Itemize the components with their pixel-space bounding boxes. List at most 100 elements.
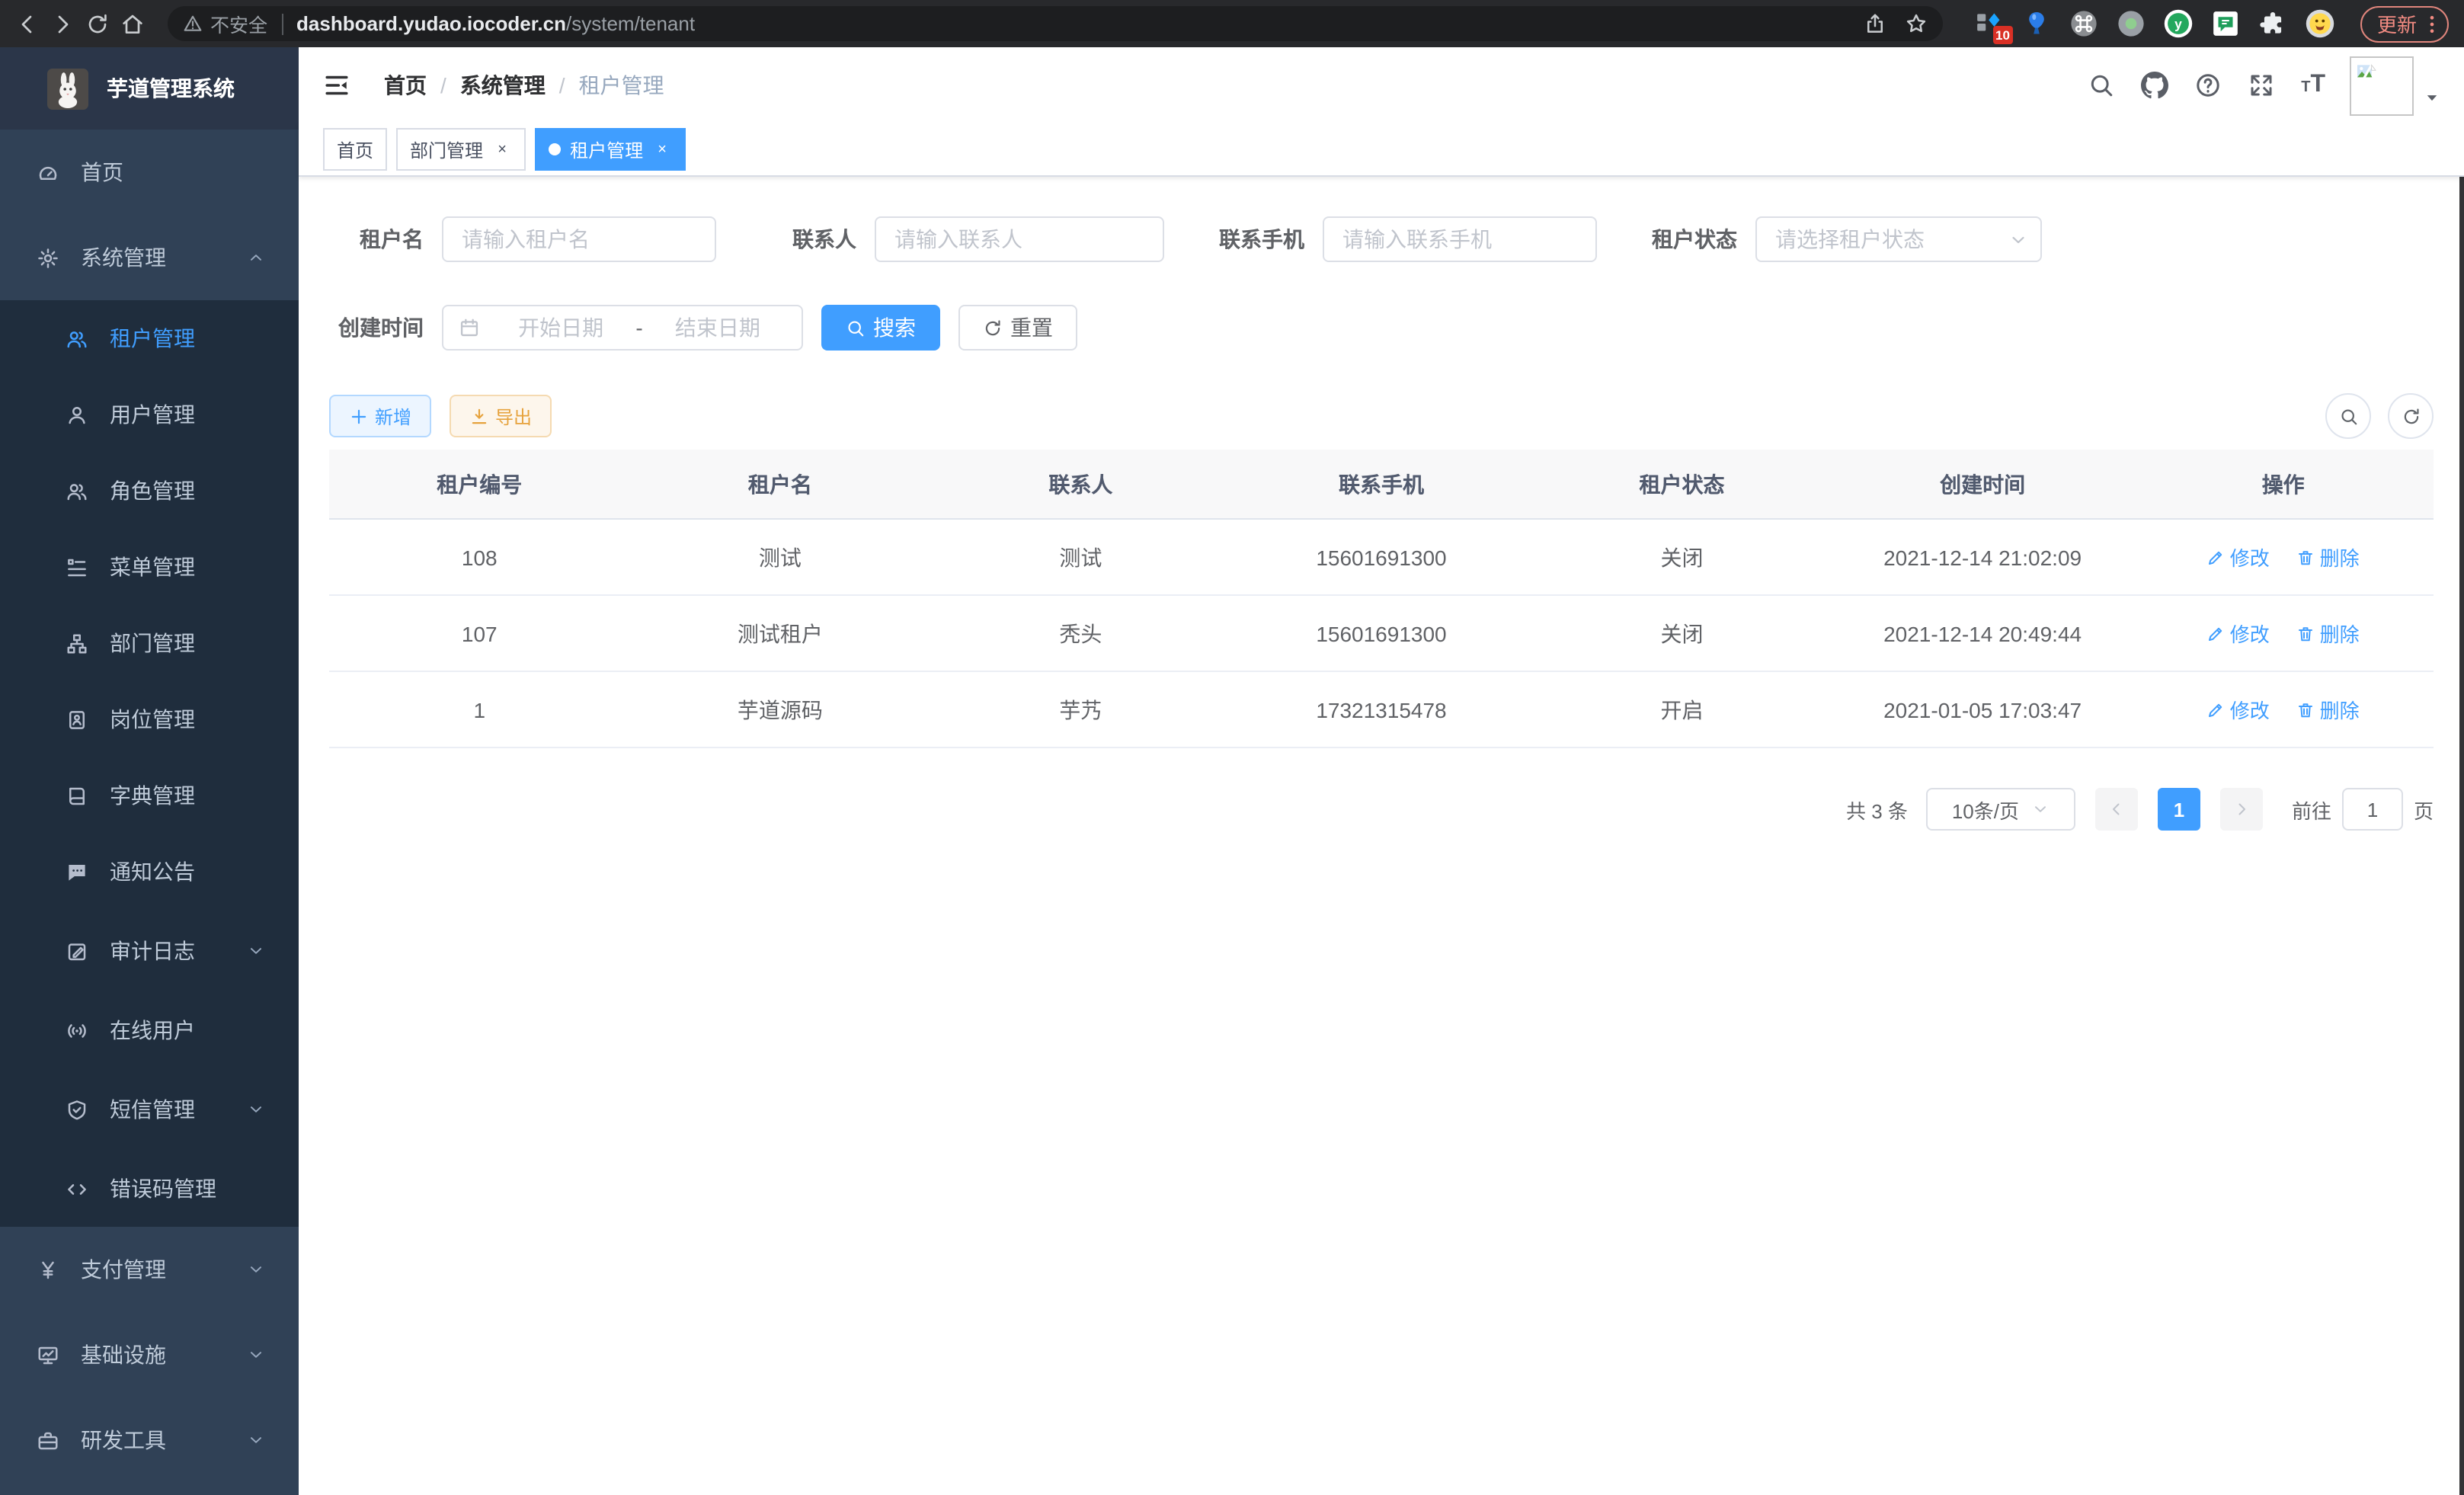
status-select[interactable] bbox=[1755, 216, 2042, 262]
delete-link[interactable]: 删除 bbox=[2297, 619, 2360, 648]
extensions-puzzle-icon[interactable] bbox=[2258, 9, 2287, 38]
add-button[interactable]: 新增 bbox=[329, 395, 431, 437]
extension-balloon-icon[interactable] bbox=[2022, 9, 2051, 38]
delete-link[interactable]: 删除 bbox=[2297, 695, 2360, 724]
goto-page-input[interactable] bbox=[2342, 788, 2403, 831]
export-button-label: 导出 bbox=[495, 403, 532, 429]
app-logo[interactable]: 芋道管理系统 bbox=[0, 47, 299, 130]
sidebar-item-dict[interactable]: 字典管理 bbox=[0, 757, 299, 834]
sidebar-item-roles[interactable]: 角色管理 bbox=[0, 453, 299, 529]
security-warning-icon[interactable] bbox=[183, 14, 203, 34]
cell-id: 108 bbox=[329, 519, 630, 595]
menu-tree-icon bbox=[66, 555, 88, 578]
sidebar-item-dev-tools[interactable]: 研发工具 bbox=[0, 1397, 299, 1483]
reset-button[interactable]: 重置 bbox=[958, 305, 1077, 351]
extension-tabs-icon[interactable]: 10 bbox=[1975, 9, 2004, 38]
back-icon[interactable] bbox=[15, 11, 40, 36]
bookmark-star-icon[interactable] bbox=[1905, 12, 1928, 35]
chevron-left-icon bbox=[2107, 800, 2126, 818]
breadcrumb-system[interactable]: 系统管理 bbox=[460, 70, 546, 101]
sidebar-item-users[interactable]: 用户管理 bbox=[0, 376, 299, 453]
extension-command-icon[interactable] bbox=[2069, 9, 2098, 38]
next-page-button[interactable] bbox=[2220, 788, 2263, 831]
edit-icon bbox=[2207, 624, 2226, 642]
goto-label: 前往 bbox=[2292, 795, 2331, 824]
sidebar-item-system[interactable]: 系统管理 bbox=[0, 215, 299, 300]
help-icon[interactable] bbox=[2194, 72, 2222, 99]
sidebar-collapse-icon[interactable] bbox=[323, 72, 350, 99]
notice-icon bbox=[66, 860, 88, 883]
sidebar-item-sms[interactable]: 短信管理 bbox=[0, 1068, 299, 1151]
edit-link[interactable]: 修改 bbox=[2207, 543, 2270, 571]
search-button[interactable]: 搜索 bbox=[821, 305, 940, 351]
date-range-picker[interactable]: 开始日期 - 结束日期 bbox=[442, 305, 803, 351]
sidebar-item-infrastructure[interactable]: 基础设施 bbox=[0, 1312, 299, 1397]
fullscreen-icon[interactable] bbox=[2248, 72, 2275, 99]
browser-update-button[interactable]: 更新 bbox=[2360, 5, 2449, 42]
sidebar-item-tenant[interactable]: 租户管理 bbox=[0, 300, 299, 376]
tab-departments[interactable]: 部门管理 × bbox=[396, 128, 526, 171]
cell-created: 2021-12-14 21:02:09 bbox=[1832, 519, 2133, 595]
sidebar-item-label: 部门管理 bbox=[110, 628, 195, 658]
extension-emoji-icon[interactable] bbox=[2306, 9, 2334, 38]
delete-link[interactable]: 删除 bbox=[2297, 543, 2360, 571]
extension-yudao-icon[interactable]: y bbox=[2164, 9, 2193, 38]
date-end-placeholder[interactable]: 结束日期 bbox=[646, 312, 789, 343]
tab-close-icon[interactable]: × bbox=[652, 139, 672, 159]
tab-home[interactable]: 首页 bbox=[323, 128, 387, 171]
github-icon[interactable] bbox=[2141, 72, 2168, 99]
page-1-button[interactable]: 1 bbox=[2158, 788, 2200, 831]
tab-close-icon[interactable]: × bbox=[492, 139, 512, 159]
sidebar-item-error-codes[interactable]: 错误码管理 bbox=[0, 1151, 299, 1227]
breadcrumb-home[interactable]: 首页 bbox=[384, 70, 427, 101]
chevron-up-icon bbox=[247, 248, 265, 267]
edit-link[interactable]: 修改 bbox=[2207, 619, 2270, 648]
edit-link[interactable]: 修改 bbox=[2207, 695, 2270, 724]
pay-icon bbox=[37, 1258, 59, 1281]
forward-icon[interactable] bbox=[50, 11, 75, 36]
contact-input[interactable] bbox=[875, 216, 1164, 262]
prev-page-button[interactable] bbox=[2095, 788, 2138, 831]
logo-rabbit-image bbox=[47, 68, 88, 109]
url-text[interactable]: dashboard.yudao.iocoder.cn/system/tenant bbox=[296, 12, 695, 35]
edit-icon bbox=[2207, 548, 2226, 566]
sidebar-item-posts[interactable]: 岗位管理 bbox=[0, 681, 299, 757]
sidebar-item-menus[interactable]: 菜单管理 bbox=[0, 529, 299, 605]
tab-tenant[interactable]: 租户管理 × bbox=[535, 128, 686, 171]
address-bar[interactable]: 不安全 dashboard.yudao.iocoder.cn/system/te… bbox=[168, 6, 1943, 41]
user-avatar[interactable] bbox=[2350, 56, 2414, 115]
sidebar-item-departments[interactable]: 部门管理 bbox=[0, 605, 299, 681]
chevron-down-icon bbox=[2008, 229, 2028, 249]
page-size-select[interactable]: 10条/页 bbox=[1926, 788, 2075, 831]
sidebar-item-home[interactable]: 首页 bbox=[0, 130, 299, 215]
cell-name: 测试租户 bbox=[630, 595, 931, 671]
sidebar-item-online-users[interactable]: 在线用户 bbox=[0, 992, 299, 1068]
refresh-table-button[interactable] bbox=[2388, 393, 2434, 439]
status-select-input[interactable] bbox=[1755, 216, 2042, 262]
window-scrollbar[interactable] bbox=[2459, 47, 2464, 1495]
sidebar-item-notice[interactable]: 通知公告 bbox=[0, 834, 299, 910]
share-icon[interactable] bbox=[1864, 12, 1886, 35]
extension-chat-icon[interactable] bbox=[2211, 9, 2240, 38]
phone-input[interactable] bbox=[1323, 216, 1597, 262]
show-search-button[interactable] bbox=[2325, 393, 2371, 439]
extension-record-icon[interactable] bbox=[2117, 9, 2146, 38]
browser-menu-icon[interactable] bbox=[2421, 13, 2443, 34]
export-button[interactable]: 导出 bbox=[450, 395, 552, 437]
roles-icon bbox=[66, 479, 88, 502]
date-start-placeholder[interactable]: 开始日期 bbox=[489, 312, 632, 343]
col-status: 租户状态 bbox=[1531, 450, 1832, 519]
sidebar-item-label: 审计日志 bbox=[110, 936, 195, 966]
filter-row-1: 租户名 联系人 联系手机 租户状态 bbox=[329, 216, 2434, 262]
tabs-bar: 首页 部门管理 × 租户管理 × bbox=[299, 123, 2464, 177]
home-icon[interactable] bbox=[120, 11, 145, 36]
sidebar-item-audit-log[interactable]: 审计日志 bbox=[0, 910, 299, 992]
reload-icon[interactable] bbox=[85, 11, 110, 36]
chevron-down-icon bbox=[2031, 800, 2050, 818]
sidebar-item-payment[interactable]: 支付管理 bbox=[0, 1227, 299, 1312]
header-search-icon[interactable] bbox=[2088, 72, 2115, 99]
tab-label: 租户管理 bbox=[570, 136, 643, 162]
font-size-icon[interactable]: TT bbox=[2301, 72, 2325, 99]
avatar-caret-down-icon[interactable] bbox=[2424, 90, 2440, 105]
tenant-name-input[interactable] bbox=[442, 216, 716, 262]
